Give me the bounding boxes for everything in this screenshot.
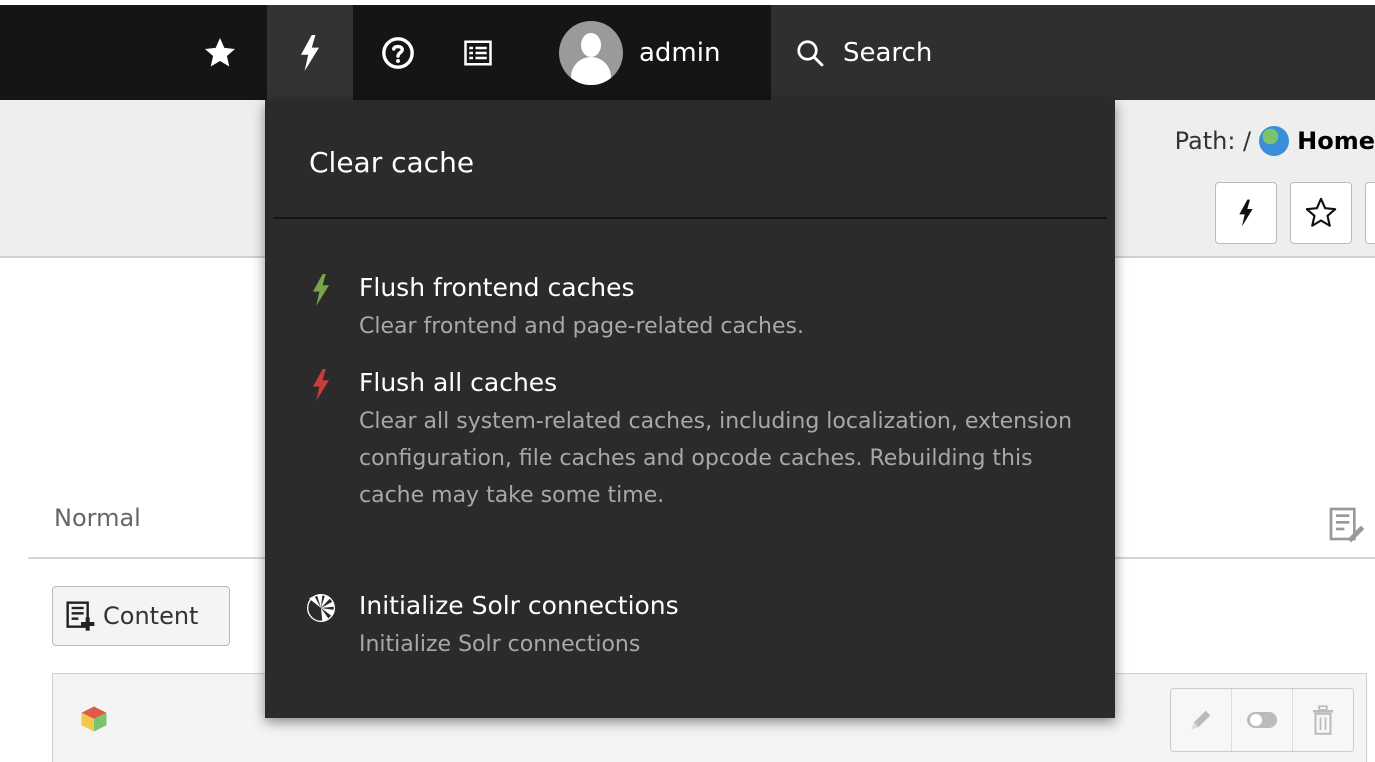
dropdown-divider (273, 217, 1107, 219)
dropdown-title: Clear cache (309, 146, 475, 179)
path-label: Path: / (1174, 127, 1252, 155)
backend-page: admin Search Path: / Home Normal Content… (0, 0, 1375, 762)
list-icon (464, 40, 492, 65)
delete-record-button[interactable] (1293, 689, 1353, 751)
bookmarks-button[interactable] (190, 5, 250, 100)
menu-item-title: Flush frontend caches (359, 273, 635, 302)
clear-page-cache-button[interactable] (1215, 182, 1277, 244)
bolt-icon (303, 272, 339, 308)
add-shortcut-button[interactable] (1290, 182, 1352, 244)
menu-item-title: Initialize Solr connections (359, 591, 679, 620)
more-docheader-button[interactable] (1365, 182, 1375, 244)
avatar (559, 20, 623, 85)
star-icon (205, 37, 235, 66)
menu-item-title: Flush all caches (359, 368, 558, 397)
edit-column-icon[interactable] (1326, 504, 1366, 544)
username-label: admin (639, 37, 721, 68)
edit-record-button[interactable] (1171, 689, 1232, 751)
bolt-icon (301, 34, 319, 71)
system-information-button[interactable] (448, 5, 508, 100)
clear-cache-dropdown: Clear cache Flush frontend caches Clear … (265, 100, 1115, 718)
avatar-body (571, 56, 611, 85)
menu-item-description: Initialize Solr connections (359, 632, 641, 657)
search-button[interactable]: Search (771, 5, 1375, 100)
search-label: Search (843, 37, 933, 68)
trash-icon (1313, 705, 1333, 735)
help-icon (382, 36, 414, 69)
bolt-icon (303, 367, 339, 403)
user-menu-button[interactable]: admin (553, 5, 770, 100)
breadcrumb: Path: / Home (1175, 126, 1375, 156)
toggle-icon (1247, 712, 1277, 728)
globe-icon (1259, 126, 1290, 156)
flush-frontend-caches-item[interactable]: Flush frontend caches Clear frontend and… (303, 270, 1093, 345)
record-actions (1170, 688, 1354, 752)
initialize-solr-connections-item[interactable]: Initialize Solr connections Initialize S… (303, 588, 1093, 663)
breadcrumb-home-link[interactable]: Home (1297, 127, 1375, 155)
star-outline-icon (1305, 197, 1337, 227)
help-button[interactable] (368, 5, 428, 100)
new-content-label: Content (103, 602, 199, 630)
flush-all-caches-item[interactable]: Flush all caches Clear all system-relate… (303, 365, 1093, 514)
solr-icon (303, 590, 339, 626)
avatar-head (581, 32, 601, 57)
clear-cache-button[interactable] (267, 5, 353, 100)
hide-record-toggle[interactable] (1232, 689, 1293, 751)
new-content-button[interactable]: Content (52, 586, 230, 646)
search-icon (797, 39, 824, 66)
bolt-icon (1239, 199, 1253, 227)
menu-item-description: Clear frontend and page-related caches. (359, 314, 804, 339)
column-label: Normal (54, 504, 141, 532)
add-content-icon (66, 601, 95, 631)
pencil-icon (1191, 710, 1211, 730)
top-bar: admin Search (0, 0, 1375, 100)
cube-icon (81, 706, 107, 732)
menu-item-description: Clear all system-related caches, includi… (359, 409, 1073, 508)
